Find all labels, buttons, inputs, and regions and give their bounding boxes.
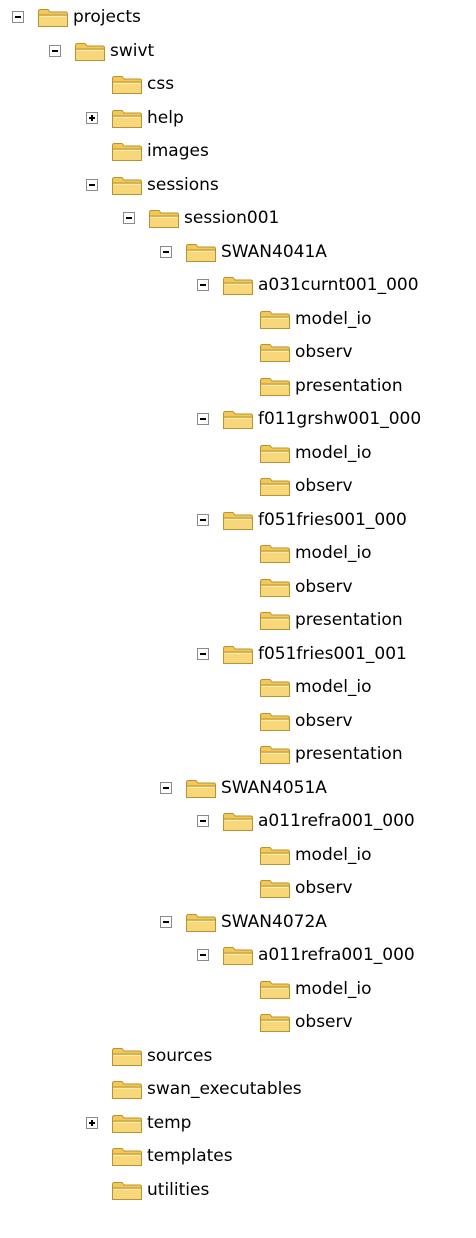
folder-icon xyxy=(259,578,291,598)
tree-node-label[interactable]: model_io xyxy=(295,443,372,463)
plus-box-icon[interactable] xyxy=(86,111,98,124)
folder-icon xyxy=(74,42,106,62)
tree-node-label[interactable]: observ xyxy=(295,711,353,731)
folder-icon xyxy=(111,1080,143,1100)
folder-icon xyxy=(259,477,291,497)
minus-box-icon[interactable] xyxy=(197,413,209,425)
tree-node-label[interactable]: presentation xyxy=(295,610,403,630)
folder-icon xyxy=(185,913,217,933)
folder-icon xyxy=(259,980,291,1000)
folder-icon xyxy=(259,879,291,899)
folder-icon xyxy=(222,946,254,966)
minus-box-icon[interactable] xyxy=(160,781,172,794)
tree-node-label[interactable]: observ xyxy=(295,878,353,898)
tree-node-label[interactable]: utilities xyxy=(147,1180,209,1200)
minus-box-icon[interactable] xyxy=(86,178,98,191)
folder-icon xyxy=(111,1114,143,1134)
tree-node-label[interactable]: f051fries001_000 xyxy=(258,510,407,530)
folder-icon xyxy=(259,343,291,363)
tree-node-label[interactable]: observ xyxy=(295,476,353,496)
folder-icon xyxy=(222,812,254,832)
tree-node-label[interactable]: observ xyxy=(295,342,353,362)
folder-icon xyxy=(111,75,143,95)
tree-node-label[interactable]: help xyxy=(147,108,184,128)
tree-node-label[interactable]: model_io xyxy=(295,309,372,329)
folder-icon xyxy=(222,645,254,665)
tree-node-label[interactable]: model_io xyxy=(295,543,372,563)
tree-node-label[interactable]: images xyxy=(147,141,209,161)
folder-icon xyxy=(111,1181,143,1201)
minus-box-icon[interactable] xyxy=(197,815,209,827)
tree-node-label[interactable]: sessions xyxy=(147,175,219,195)
minus-box-icon[interactable] xyxy=(197,279,209,291)
tree-node-label[interactable]: a031curnt001_000 xyxy=(258,275,419,295)
tree-node-label[interactable]: a011refra001_000 xyxy=(258,811,415,831)
folder-icon xyxy=(222,511,254,531)
tree-node-label[interactable]: model_io xyxy=(295,845,372,865)
minus-box-icon[interactable] xyxy=(49,44,61,57)
folder-icon xyxy=(259,745,291,765)
folder-icon xyxy=(259,1013,291,1033)
folder-icon xyxy=(111,1147,143,1167)
folder-tree: projects swivt css help images sessions sessio… xyxy=(0,0,476,1238)
tree-node-label[interactable]: presentation xyxy=(295,744,403,764)
tree-node-label[interactable]: model_io xyxy=(295,677,372,697)
tree-node-label[interactable]: f011grshw001_000 xyxy=(258,409,421,429)
folder-icon xyxy=(259,377,291,397)
minus-box-icon[interactable] xyxy=(12,11,24,23)
folder-icon xyxy=(37,8,69,28)
minus-box-icon[interactable] xyxy=(197,647,209,660)
minus-box-icon[interactable] xyxy=(197,513,209,526)
tree-node-label[interactable]: observ xyxy=(295,1012,353,1032)
folder-icon xyxy=(259,678,291,698)
tree-node-label[interactable]: swan_executables xyxy=(147,1079,302,1099)
folder-icon xyxy=(111,142,143,162)
minus-box-icon[interactable] xyxy=(197,949,209,961)
plus-box-icon[interactable] xyxy=(86,1116,98,1129)
folder-icon xyxy=(111,1047,143,1067)
tree-node-label[interactable]: temp xyxy=(147,1113,191,1133)
tree-node-label[interactable]: projects xyxy=(73,7,141,27)
minus-box-icon[interactable] xyxy=(123,212,135,224)
tree-node-label[interactable]: SWAN4051A xyxy=(221,778,327,798)
folder-icon xyxy=(185,779,217,799)
folder-icon xyxy=(259,846,291,866)
folder-icon xyxy=(148,209,180,229)
tree-node-label[interactable]: a011refra001_000 xyxy=(258,945,415,965)
tree-node-label[interactable]: SWAN4041A xyxy=(221,242,327,262)
minus-box-icon[interactable] xyxy=(160,915,172,928)
tree-node-label[interactable]: SWAN4072A xyxy=(221,912,327,932)
tree-node-label[interactable]: session001 xyxy=(184,208,279,228)
folder-icon xyxy=(111,109,143,129)
folder-icon xyxy=(259,712,291,732)
folder-icon xyxy=(259,310,291,330)
folder-icon xyxy=(259,544,291,564)
tree-node-label[interactable]: f051fries001_001 xyxy=(258,644,407,664)
tree-node-label[interactable]: swivt xyxy=(110,41,154,61)
folder-icon xyxy=(259,611,291,631)
tree-node-label[interactable]: observ xyxy=(295,577,353,597)
tree-node-label[interactable]: presentation xyxy=(295,376,403,396)
folder-icon xyxy=(222,410,254,430)
tree-node-label[interactable]: css xyxy=(147,74,174,94)
minus-box-icon[interactable] xyxy=(160,245,172,258)
tree-node-label[interactable]: templates xyxy=(147,1146,233,1166)
folder-icon xyxy=(111,176,143,196)
folder-icon xyxy=(222,276,254,296)
tree-node-label[interactable]: model_io xyxy=(295,979,372,999)
folder-icon xyxy=(185,243,217,263)
tree-node-label[interactable]: sources xyxy=(147,1046,212,1066)
folder-icon xyxy=(259,444,291,464)
